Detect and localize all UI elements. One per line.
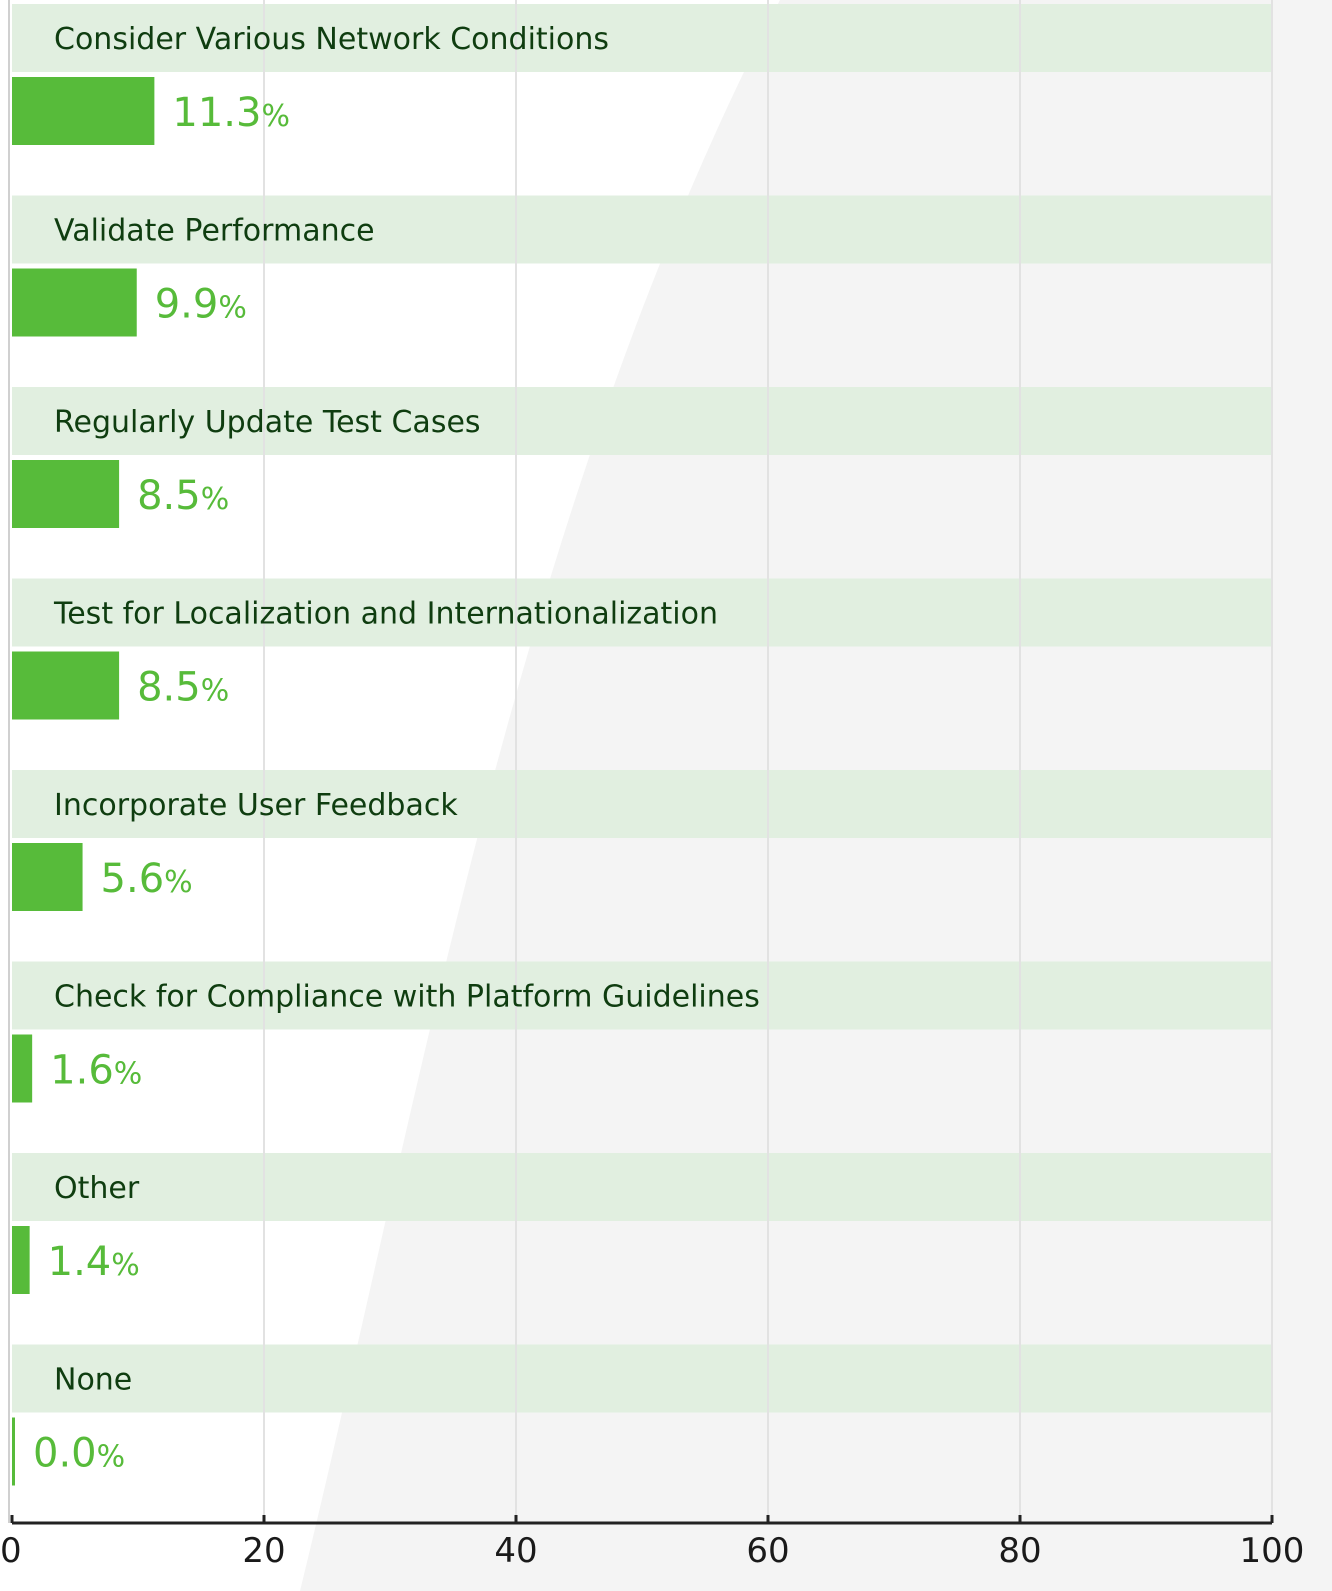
- x-tick-label: 20: [242, 1531, 285, 1571]
- value-label: 9.9%: [155, 282, 247, 328]
- value-label: 8.5%: [137, 665, 229, 711]
- x-tick-label: 0: [0, 1531, 22, 1571]
- bar: [12, 651, 120, 720]
- bar: [12, 268, 137, 337]
- value-percent-sign: %: [218, 291, 247, 326]
- value-label: 8.5%: [137, 473, 229, 519]
- value-percent-sign: %: [201, 482, 230, 517]
- label-band: [12, 1344, 1272, 1413]
- value-number: 0.0: [33, 1431, 97, 1477]
- value-percent-sign: %: [111, 1248, 140, 1283]
- value-percent-sign: %: [114, 1057, 143, 1092]
- bar: [12, 1417, 15, 1486]
- chart-canvas: Consider Various Network Conditions 11.3%…: [0, 0, 1332, 1591]
- value-percent-sign: %: [97, 1440, 126, 1475]
- category-label: Incorporate User Feedback: [54, 788, 458, 823]
- value-number: 1.4: [48, 1239, 112, 1285]
- value-percent-sign: %: [261, 99, 290, 134]
- bar-chart: Consider Various Network Conditions 11.3%…: [0, 0, 1332, 1591]
- category-label: Validate Performance: [54, 214, 375, 249]
- value-number: 5.6: [101, 856, 165, 902]
- bar: [12, 1226, 30, 1294]
- x-tick-label: 80: [998, 1531, 1041, 1571]
- value-label: 5.6%: [101, 856, 193, 902]
- value-percent-sign: %: [201, 674, 230, 709]
- bar: [12, 77, 155, 145]
- value-number: 1.6: [50, 1048, 114, 1094]
- category-label: Other: [54, 1171, 140, 1206]
- x-tick-label: 40: [494, 1531, 537, 1571]
- x-tick-label: 100: [1240, 1531, 1305, 1571]
- category-label: Test for Localization and Internationali…: [53, 597, 718, 632]
- category-label: Check for Compliance with Platform Guide…: [54, 980, 760, 1015]
- category-label: Consider Various Network Conditions: [54, 22, 609, 57]
- value-label: 1.4%: [48, 1239, 140, 1285]
- bar: [12, 460, 120, 528]
- category-label: None: [54, 1363, 132, 1398]
- value-label: 1.6%: [50, 1048, 142, 1094]
- bar: [12, 843, 83, 911]
- value-percent-sign: %: [164, 865, 193, 900]
- value-number: 8.5: [137, 665, 201, 711]
- bar: [12, 1034, 33, 1103]
- value-label: 0.0%: [33, 1431, 125, 1477]
- value-label: 11.3%: [172, 90, 290, 136]
- category-label: Regularly Update Test Cases: [54, 405, 481, 440]
- x-tick-label: 60: [746, 1531, 789, 1571]
- value-number: 9.9: [155, 282, 219, 328]
- value-number: 11.3: [172, 90, 261, 136]
- label-band: [12, 1153, 1272, 1221]
- value-number: 8.5: [137, 473, 201, 519]
